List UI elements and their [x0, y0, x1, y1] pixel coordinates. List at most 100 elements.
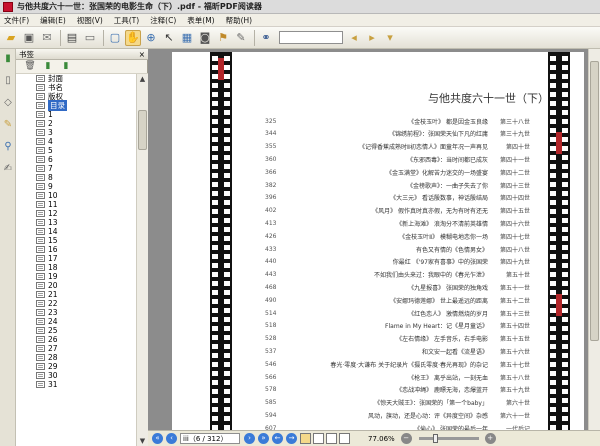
camera-icon[interactable]: ◙	[197, 30, 213, 46]
bookmark-item[interactable]: 3	[16, 128, 136, 137]
bookmark-page-icon	[36, 336, 45, 343]
bookmark-item[interactable]: 28	[16, 353, 136, 362]
zoom-slider-knob[interactable]	[432, 434, 438, 443]
pen-icon[interactable]: ✎	[233, 30, 249, 46]
zoom-level[interactable]: 77.06%	[368, 435, 395, 443]
scrollbar-thumb[interactable]	[590, 61, 599, 341]
search-input[interactable]	[279, 31, 343, 44]
scroll-down-icon[interactable]: ▼	[137, 436, 148, 446]
menu-help[interactable]: 帮助(H)	[226, 15, 253, 26]
bookmark-item[interactable]: 7	[16, 164, 136, 173]
menu-view[interactable]: 视图(V)	[77, 15, 103, 26]
scrollbar-thumb[interactable]	[138, 110, 147, 150]
bookmark-item[interactable]: 11	[16, 200, 136, 209]
single-page-view-icon[interactable]	[300, 433, 311, 444]
bookmark-label: 2	[48, 119, 53, 128]
bookmark-page-icon	[36, 201, 45, 208]
continuous-view-icon[interactable]	[313, 433, 324, 444]
scroll-up-icon[interactable]: ▲	[137, 74, 148, 84]
bookmark-item[interactable]: 2	[16, 119, 136, 128]
bookmark-item[interactable]: 18	[16, 263, 136, 272]
bookmark-page-icon	[36, 147, 45, 154]
document-scrollbar[interactable]	[588, 49, 600, 430]
bookmark-item[interactable]: 6	[16, 155, 136, 164]
bookmark-label: 18	[48, 263, 58, 272]
menu-edit[interactable]: 编辑(E)	[40, 15, 66, 26]
zoom-icon[interactable]: ⊕	[143, 30, 159, 46]
pages-tab-icon[interactable]: ▯	[2, 75, 14, 87]
next-page-icon[interactable]: ›	[244, 433, 255, 444]
stamp-icon[interactable]: ⚑	[215, 30, 231, 46]
fullscreen-icon[interactable]: ▢	[107, 30, 123, 46]
layers-tab-icon[interactable]: ◇	[2, 97, 14, 109]
close-icon[interactable]: ×	[139, 50, 145, 59]
menu-comment[interactable]: 注释(C)	[150, 15, 176, 26]
forward-icon[interactable]: →	[286, 433, 297, 444]
bookmark-item[interactable]: 26	[16, 335, 136, 344]
bookmark-item[interactable]: 4	[16, 137, 136, 146]
bookmark-item[interactable]: 15	[16, 236, 136, 245]
zoom-in-icon[interactable]: +	[484, 433, 496, 444]
prev-result-icon[interactable]: ◂	[346, 30, 362, 46]
bookmark-label: 12	[48, 209, 58, 218]
next-result-icon[interactable]: ▸	[364, 30, 380, 46]
bookmark-item[interactable]: 29	[16, 362, 136, 371]
new-bookmark-icon[interactable]: ▮	[42, 61, 54, 73]
binoculars-icon[interactable]: ⚭	[258, 30, 274, 46]
signature-tab-icon[interactable]: ✍	[2, 163, 14, 175]
bookmark-item[interactable]: 31	[16, 380, 136, 389]
bookmark-item[interactable]: 1	[16, 110, 136, 119]
toc-row: 355 《记得香蕉成熟时Ⅱ初恋情人》面童年况一声再见 第四十世	[265, 142, 530, 152]
bookmark-item[interactable]: 23	[16, 308, 136, 317]
facing-view-icon[interactable]	[326, 433, 337, 444]
bookmark-item[interactable]: 版权	[16, 92, 136, 101]
bookmark-tab-icon[interactable]: ▮	[2, 53, 14, 65]
bookmark-item[interactable]: 9	[16, 182, 136, 191]
doc-menu-icon[interactable]: ▾	[382, 30, 398, 46]
snapshot-icon[interactable]: ▦	[179, 30, 195, 46]
open-icon[interactable]: ▰	[3, 30, 19, 46]
continuous-facing-view-icon[interactable]	[339, 433, 350, 444]
document-viewer[interactable]: 与他共度六十一世（下） 325 《金枝玉叶》 都是因金玉良缘 第三十八世 344 《锦绣…	[148, 49, 600, 430]
zoom-out-icon[interactable]: −	[400, 433, 412, 444]
save-icon[interactable]: ▣	[21, 30, 37, 46]
prev-page-icon[interactable]: ‹	[166, 433, 177, 444]
bookmark-item[interactable]: 8	[16, 173, 136, 182]
delete-bookmark-icon[interactable]: 🗑	[24, 61, 36, 73]
bookmark-item[interactable]: 21	[16, 290, 136, 299]
last-page-icon[interactable]: »	[258, 433, 269, 444]
bookmark-item[interactable]: 17	[16, 254, 136, 263]
menu-form[interactable]: 表单(M)	[187, 15, 214, 26]
attachments-tab-icon[interactable]: ⚲	[2, 141, 14, 153]
bookmark-item[interactable]: 目录	[16, 100, 136, 111]
bookmark-item[interactable]: 22	[16, 299, 136, 308]
bookmark-item[interactable]: 25	[16, 326, 136, 335]
bookmark-item[interactable]: 30	[16, 371, 136, 380]
first-page-icon[interactable]: «	[152, 433, 163, 444]
sidebar-scrollbar[interactable]: ▲ ▼	[136, 74, 148, 446]
bookmark-item[interactable]: 封面	[16, 74, 136, 83]
bookmark-item[interactable]: 19	[16, 272, 136, 281]
bookmark-item[interactable]: 书名	[16, 83, 136, 92]
bookmark-item[interactable]: 5	[16, 146, 136, 155]
menu-tools[interactable]: 工具(T)	[114, 15, 139, 26]
bookmark-item[interactable]: 13	[16, 218, 136, 227]
expand-bookmark-icon[interactable]: ▮	[60, 61, 72, 73]
bookmark-item[interactable]: 16	[16, 245, 136, 254]
bookmark-item[interactable]: 20	[16, 281, 136, 290]
bookmark-item[interactable]: 12	[16, 209, 136, 218]
bookmark-item[interactable]: 10	[16, 191, 136, 200]
scan-icon[interactable]: ▭	[82, 30, 98, 46]
print-icon[interactable]: ▤	[64, 30, 80, 46]
hand-icon[interactable]: ✋	[125, 29, 141, 46]
zoom-slider[interactable]	[418, 434, 479, 443]
select-icon[interactable]: ↖	[161, 30, 177, 46]
bookmark-item[interactable]: 14	[16, 227, 136, 236]
bookmark-item[interactable]: 24	[16, 317, 136, 326]
comments-tab-icon[interactable]: ✎	[2, 119, 14, 131]
email-icon[interactable]: ✉	[39, 30, 55, 46]
page-number-field[interactable]: iii（6 / 312）	[180, 433, 240, 444]
bookmark-item[interactable]: 27	[16, 344, 136, 353]
menu-file[interactable]: 文件(F)	[4, 15, 29, 26]
back-icon[interactable]: ←	[272, 433, 283, 444]
